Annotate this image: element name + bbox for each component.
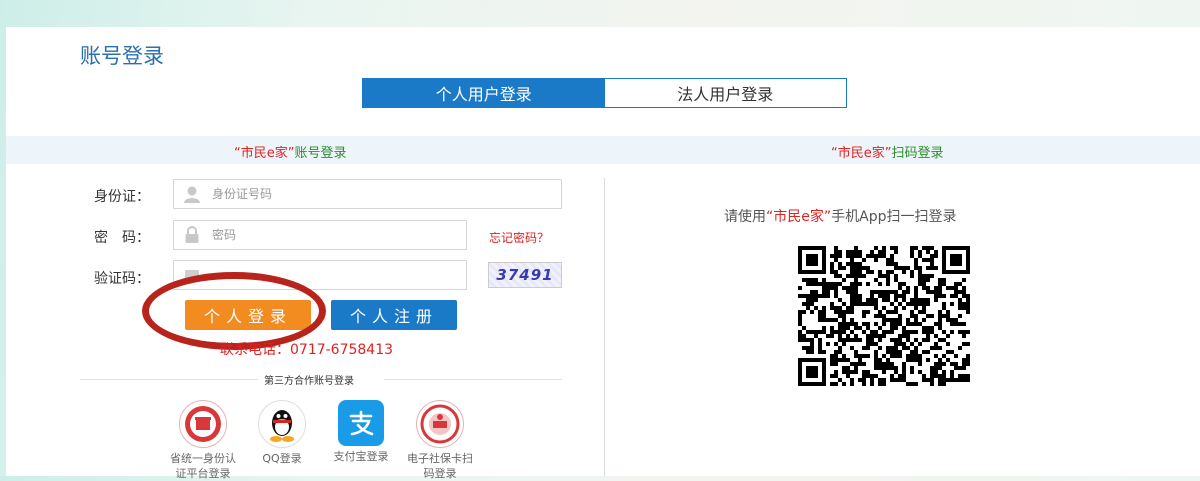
- qr-instruction: 请使用“市民e家”手机App扫一扫登录: [724, 206, 956, 226]
- account-login-text: 账号登录: [294, 146, 347, 161]
- password-field-box: [173, 220, 467, 250]
- scan-login-text: 扫码登录: [891, 146, 944, 161]
- qr-code: [798, 246, 970, 386]
- qr-instruction-prefix: 请使用: [724, 209, 766, 225]
- provider-alipay[interactable]: 支付宝登录: [326, 400, 396, 464]
- page-title: 账号登录: [80, 44, 164, 68]
- contact-phone: 联系电话：0717-6758413: [220, 342, 394, 358]
- account-login-header: “市民e家”账号登录: [234, 142, 346, 161]
- lock-icon: [185, 226, 199, 243]
- tab-corporate-login[interactable]: 法人用户登录: [604, 79, 846, 107]
- provider-label: QQ登录: [262, 452, 302, 465]
- app-name-highlight: “市民e家”: [766, 209, 832, 225]
- third-party-title: 第三方合作账号登录: [264, 376, 354, 387]
- alipay-icon: [338, 400, 384, 446]
- vertical-divider: [604, 178, 605, 476]
- provider-label: 支付宝登录: [333, 450, 389, 463]
- app-name-highlight: “市民e家”: [831, 146, 892, 161]
- id-number-input[interactable]: [210, 186, 414, 202]
- user-icon: [184, 186, 200, 203]
- id-field-box: [173, 179, 562, 209]
- provider-social-security-card[interactable]: 电子社保卡扫码登录: [405, 400, 475, 481]
- personal-register-button[interactable]: 个人注册: [331, 300, 457, 330]
- user-type-tabs: 个人用户登录 法人用户登录: [362, 78, 847, 108]
- forgot-password-link[interactable]: 忘记密码？: [489, 229, 549, 246]
- captcha-image[interactable]: 37491: [488, 262, 562, 288]
- third-party-divider-left: [80, 379, 258, 380]
- provider-provincial-id[interactable]: 省统一身份认证平台登录: [168, 400, 238, 481]
- id-label: 身份证：: [94, 189, 150, 205]
- social-security-card-icon: [416, 400, 464, 448]
- third-party-divider-right: [384, 379, 562, 380]
- app-name-highlight: “市民e家”: [234, 146, 295, 161]
- provider-label: 省统一身份认证平台登录: [170, 452, 236, 480]
- password-label: 密 码：: [94, 230, 150, 246]
- qq-penguin-icon: [258, 400, 306, 448]
- provider-qq[interactable]: QQ登录: [247, 400, 317, 466]
- provider-label: 电子社保卡扫码登录: [407, 452, 473, 480]
- qr-instruction-suffix: 手机App扫一扫登录: [831, 209, 957, 225]
- captcha-label: 验证码：: [94, 271, 150, 287]
- scan-login-header: “市民e家”扫码登录: [831, 142, 943, 161]
- tab-personal-login[interactable]: 个人用户登录: [363, 79, 605, 107]
- section-header-band: [6, 136, 1200, 164]
- password-input[interactable]: [210, 227, 414, 243]
- seal-icon: [179, 400, 227, 448]
